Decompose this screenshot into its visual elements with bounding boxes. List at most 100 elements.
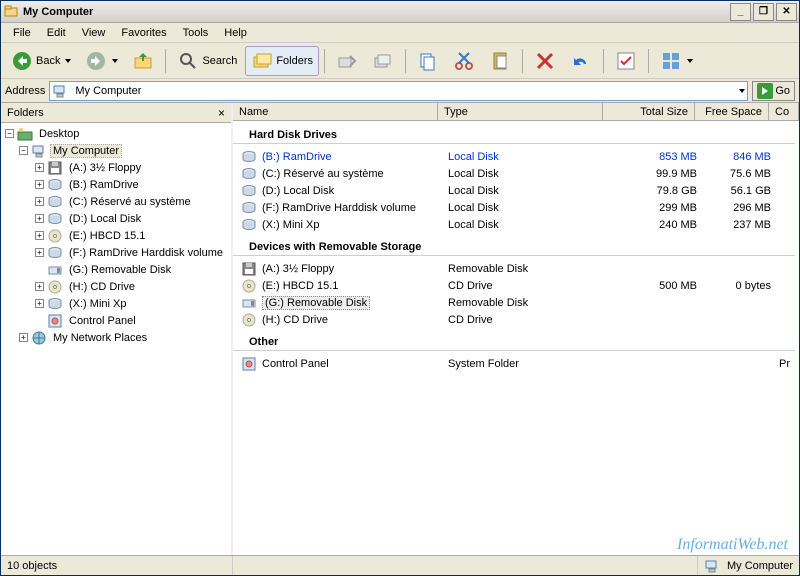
back-label: Back [36,55,60,67]
col-type[interactable]: Type [438,103,603,120]
tree-item[interactable]: (G:) Removable Disk [1,261,231,278]
copy-button[interactable] [411,46,445,76]
disk-icon [241,183,257,199]
list-row[interactable]: (G:) Removable Disk Removable Disk [233,294,799,311]
tree-item[interactable]: +(B:) RamDrive [1,176,231,193]
tree-item[interactable]: +(F:) RamDrive Harddisk volume [1,244,231,261]
list-row[interactable]: (C:) Réservé au système Local Disk 99.9 … [233,165,799,182]
check-icon [615,50,637,72]
list-row[interactable]: (B:) RamDrive Local Disk 853 MB 846 MB [233,148,799,165]
status-location: My Computer [698,556,799,575]
network-icon [31,330,47,346]
tree-item[interactable]: +(A:) 3½ Floppy [1,159,231,176]
menu-view[interactable]: View [74,25,114,41]
address-bar: Address My Computer Go [1,79,799,103]
list-row[interactable]: (E:) HBCD 15.1 CD Drive 500 MB 0 bytes [233,277,799,294]
list-row[interactable]: Control Panel System Folder Pr [233,355,799,372]
list-row[interactable]: (D:) Local Disk Local Disk 79.8 GB 56.1 … [233,182,799,199]
list-row[interactable]: (F:) RamDrive Harddisk volume Local Disk… [233,199,799,216]
tree-desktop[interactable]: −Desktop [1,125,231,142]
move-to-button[interactable] [330,46,364,76]
cp-icon [241,356,257,372]
toolbar-separator [324,49,325,73]
tree-mycomputer[interactable]: −My Computer [1,142,231,159]
menubar: File Edit View Favorites Tools Help [1,23,799,43]
app-icon [3,4,19,20]
address-label: Address [5,85,45,97]
address-field[interactable]: My Computer [49,81,748,101]
desktop-icon [17,126,33,142]
content-area: Folders × −Desktop−My Computer+(A:) 3½ F… [1,103,799,555]
tree-network-places[interactable]: +My Network Places [1,329,231,346]
folders-button[interactable]: Folders [245,46,319,76]
tree-item[interactable]: Control Panel [1,312,231,329]
views-button[interactable] [654,46,699,76]
cd-icon [241,278,257,294]
menu-help[interactable]: Help [216,25,255,41]
scissors-icon [453,50,475,72]
list-body[interactable]: Hard Disk Drives (B:) RamDrive Local Dis… [233,121,799,555]
toolbar-separator [405,49,406,73]
cd-icon [47,228,63,244]
go-button[interactable]: Go [752,81,795,101]
titlebar[interactable]: My Computer _ ❐ ✕ [1,1,799,23]
chevron-down-icon [112,59,118,63]
col-total[interactable]: Total Size [603,103,695,120]
floppy-icon [241,261,257,277]
list-row[interactable]: (A:) 3½ Floppy Removable Disk [233,260,799,277]
menu-file[interactable]: File [5,25,39,41]
disk-icon [241,149,257,165]
tree-item[interactable]: +(X:) Mini Xp [1,295,231,312]
disk-icon [47,177,63,193]
folder-tree[interactable]: −Desktop−My Computer+(A:) 3½ Floppy+(B:)… [1,123,231,555]
properties-button[interactable] [609,46,643,76]
go-icon [757,83,773,99]
col-name[interactable]: Name [233,103,438,120]
list-header[interactable]: Name Type Total Size Free Space Co [233,103,799,121]
folders-pane: Folders × −Desktop−My Computer+(A:) 3½ F… [1,103,233,555]
up-button[interactable] [126,46,160,76]
tree-item[interactable]: +(H:) CD Drive [1,278,231,295]
window-title: My Computer [23,6,728,18]
copy-to-button[interactable] [366,46,400,76]
back-button[interactable]: Back [5,46,77,76]
list-row[interactable]: (H:) CD Drive CD Drive [233,311,799,328]
menu-tools[interactable]: Tools [175,25,217,41]
group-removable: Devices with Removable Storage [233,233,795,256]
cut-button[interactable] [447,46,481,76]
close-icon[interactable]: × [218,106,225,120]
toolbar-separator [603,49,604,73]
tree-item[interactable]: +(D:) Local Disk [1,210,231,227]
menu-favorites[interactable]: Favorites [113,25,174,41]
undo-icon [570,50,592,72]
forward-button[interactable] [79,46,124,76]
list-row[interactable]: (X:) Mini Xp Local Disk 240 MB 237 MB [233,216,799,233]
col-co[interactable]: Co [769,103,799,120]
menu-edit[interactable]: Edit [39,25,74,41]
mycomputer-icon [704,558,720,574]
chevron-down-icon[interactable] [739,89,745,93]
clipboard-icon [489,50,511,72]
toolbar-separator [648,49,649,73]
close-button[interactable]: ✕ [776,3,797,21]
status-objects: 10 objects [1,556,233,575]
mycomputer-icon [52,83,68,99]
folders-icon [251,50,273,72]
chevron-down-icon [687,59,693,63]
address-value: My Computer [75,85,141,97]
paste-button[interactable] [483,46,517,76]
toolbar: Back Search Folders [1,43,799,79]
tree-item[interactable]: +(E:) HBCD 15.1 [1,227,231,244]
delete-button[interactable] [528,46,562,76]
disk-icon [241,217,257,233]
maximize-button[interactable]: ❐ [753,3,774,21]
undo-button[interactable] [564,46,598,76]
file-list: Name Type Total Size Free Space Co Hard … [233,103,799,555]
search-button[interactable]: Search [171,46,243,76]
tree-item[interactable]: +(C:) Réservé au système [1,193,231,210]
copy-icon [417,50,439,72]
disk-icon [47,194,63,210]
col-free[interactable]: Free Space [695,103,769,120]
back-icon [11,50,33,72]
minimize-button[interactable]: _ [730,3,751,21]
